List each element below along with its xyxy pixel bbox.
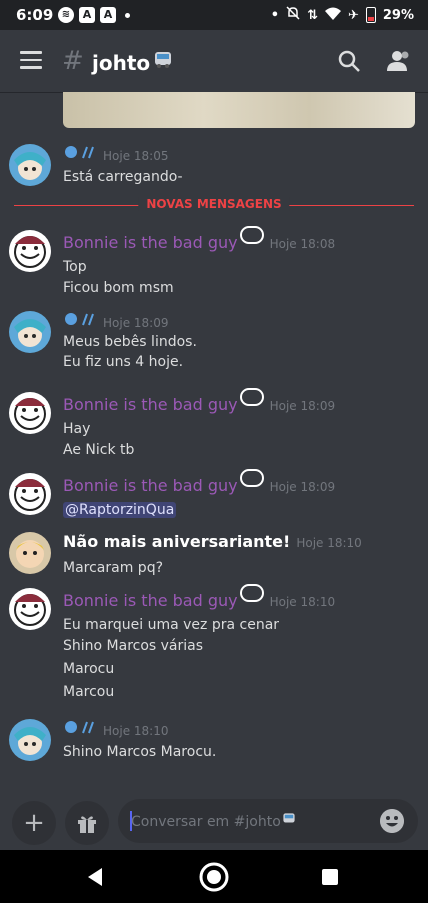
back-icon[interactable] [86, 867, 106, 887]
battery-icon [365, 7, 376, 23]
username[interactable]: Não mais aniversariante! [63, 532, 290, 551]
avatar[interactable] [9, 588, 51, 630]
role-badge-icons [63, 311, 97, 331]
channel-header: # johto [0, 30, 428, 92]
message-header: Hoje 18:09 [63, 311, 168, 331]
data-arrows-icon: ⇅ [307, 7, 318, 23]
message-input[interactable]: Conversar em #johto [118, 799, 418, 843]
message-header: Bonnie is the bad guy Hoje 18:09 [63, 388, 336, 414]
message-header: Bonnie is the bad guy Hoje 18:10 [63, 584, 336, 610]
new-messages-divider: NOVAS MENSAGENS [14, 197, 414, 211]
message-text: Top [63, 259, 87, 275]
new-messages-label: NOVAS MENSAGENS [138, 197, 290, 211]
channel-title: johto [92, 50, 174, 75]
app-a-icon: A [79, 7, 95, 23]
timestamp: Hoje 18:10 [296, 536, 362, 550]
train-emoji [155, 52, 172, 68]
timestamp: Hoje 18:09 [269, 480, 336, 494]
message-text: Ficou bom msm [63, 280, 174, 296]
timestamp: Hoje 18:08 [269, 237, 336, 251]
home-icon[interactable] [198, 861, 230, 893]
message-text: Ae Nick tb [63, 442, 135, 458]
role-badge-icons [63, 719, 97, 739]
notification-icons: ≋ A A [58, 7, 130, 23]
status-time: 6:09 [16, 6, 54, 24]
embedded-image[interactable] [63, 92, 415, 128]
menu-icon[interactable] [20, 51, 42, 69]
speech-bubble-icon [239, 388, 264, 406]
timestamp: Hoje 18:10 [103, 724, 169, 738]
add-attachment-button[interactable]: + [12, 801, 56, 845]
message-text: Shino Marcos várias [63, 638, 204, 654]
message-header: Hoje 18:10 [63, 719, 168, 739]
timestamp: Hoje 18:09 [269, 399, 336, 413]
message-text: Hay [63, 421, 91, 437]
recents-icon[interactable] [321, 868, 339, 886]
message-header: Bonnie is the bad guy Hoje 18:08 [63, 226, 336, 252]
username[interactable]: Bonnie is the bad guy [63, 395, 238, 414]
avatar[interactable] [9, 532, 51, 574]
system-icons: • ⇅ ✈ 29% [271, 6, 414, 24]
message-text: Eu fiz uns 4 hoje. [63, 354, 184, 370]
username[interactable]: Bonnie is the bad guy [63, 233, 238, 252]
message-text: Marcaram pq? [63, 560, 164, 576]
message-text: Marocu [63, 661, 115, 677]
search-icon[interactable] [338, 50, 360, 72]
speech-bubble-icon [239, 226, 264, 244]
timestamp: Hoje 18:09 [103, 316, 169, 330]
avatar[interactable] [9, 311, 51, 353]
app-a-icon-2: A [100, 7, 116, 23]
gift-button[interactable] [65, 801, 109, 845]
more-notifications-icon [125, 12, 130, 18]
timestamp: Hoje 18:10 [269, 595, 336, 609]
role-badge-icons [63, 144, 97, 164]
message-text: @RaptorzinQua [63, 502, 177, 518]
spotify-icon: ≋ [58, 7, 74, 23]
message-list[interactable]: Hoje 18:05 Está carregando- NOVAS MENSAG… [0, 92, 428, 796]
android-navigation-bar [0, 850, 428, 903]
speech-bubble-icon [239, 469, 264, 487]
message-text: Marcou [63, 684, 115, 700]
avatar[interactable] [9, 719, 51, 761]
message-header: Bonnie is the bad guy Hoje 18:09 [63, 469, 336, 495]
message-text: Eu marquei uma vez pra cenar [63, 617, 280, 633]
username[interactable]: Bonnie is the bad guy [63, 476, 238, 495]
message-text: Está carregando- [63, 169, 183, 185]
dot-icon: • [270, 7, 280, 23]
username[interactable]: Bonnie is the bad guy [63, 591, 238, 610]
message-header: Não mais aniversariante! Hoje 18:10 [63, 532, 362, 551]
emoji-icon[interactable] [380, 809, 404, 833]
speech-bubble-icon [239, 584, 264, 602]
gift-icon [78, 816, 96, 833]
battery-percent: 29% [382, 7, 414, 23]
train-emoji [283, 813, 295, 823]
message-text: Meus bebês lindos. [63, 334, 197, 350]
avatar[interactable] [9, 473, 51, 515]
wifi-icon [324, 7, 341, 24]
hash-icon: # [62, 46, 84, 76]
members-icon[interactable] [386, 49, 412, 73]
input-placeholder: Conversar em #johto [131, 812, 297, 830]
avatar[interactable] [9, 392, 51, 434]
airplane-icon: ✈ [347, 7, 359, 23]
mute-bell-icon [286, 6, 300, 24]
composer-bar: + Conversar em #johto [0, 796, 428, 850]
timestamp: Hoje 18:05 [103, 149, 169, 163]
user-mention[interactable]: @RaptorzinQua [63, 502, 177, 518]
message-text: Shino Marcos Marocu. [63, 744, 217, 760]
avatar[interactable] [9, 144, 51, 186]
status-bar: 6:09 ≋ A A • ⇅ ✈ 29% [0, 0, 428, 30]
avatar[interactable] [9, 230, 51, 272]
message-header: Hoje 18:05 [63, 144, 168, 164]
